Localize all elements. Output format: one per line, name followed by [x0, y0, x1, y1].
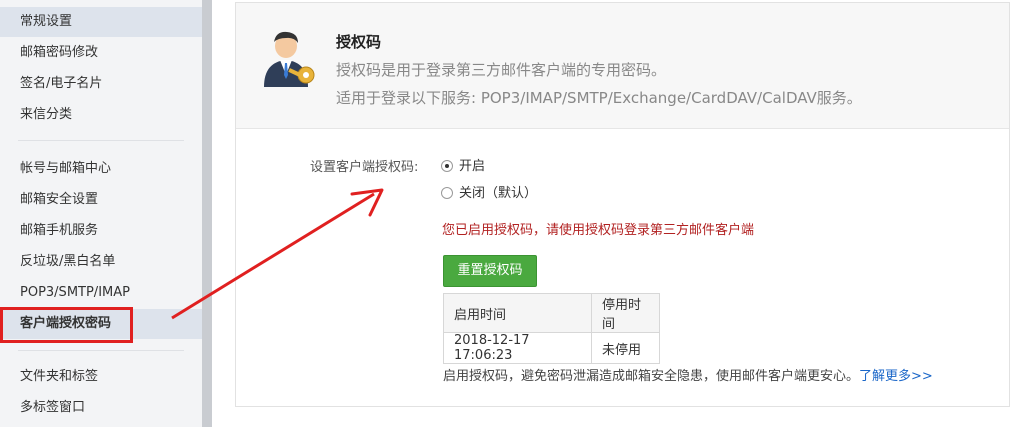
sidebar-divider — [18, 350, 184, 351]
column-enable-time: 启用时间 — [443, 293, 592, 333]
footer-text: 启用授权码，避免密码泄漏造成邮箱安全隐患，使用邮件客户端更安心。 — [443, 369, 860, 384]
sidebar-item-mobile-service[interactable]: 邮箱手机服务 — [0, 216, 202, 246]
radio-unchecked-icon[interactable] — [441, 187, 453, 199]
sidebar-scrollbar[interactable] — [202, 0, 212, 427]
page-description: 授权码是用于登录第三方邮件客户端的专用密码。 — [336, 61, 667, 79]
sidebar-item-multi-tab[interactable]: 多标签窗口 — [0, 393, 202, 423]
radio-disable-label: 关闭（默认） — [459, 186, 538, 201]
panel-header: 授权码 授权码是用于登录第三方邮件客户端的专用密码。 适用于登录以下服务: PO… — [236, 3, 1009, 129]
sidebar-item-pop3-smtp-imap[interactable]: POP3/SMTP/IMAP — [0, 278, 202, 308]
sidebar-item-account-center[interactable]: 帐号与邮箱中心 — [0, 154, 202, 184]
enable-time-cell: 2018-12-17 17:06:23 — [443, 332, 592, 364]
table-header-row: 启用时间 停用时间 — [443, 293, 660, 333]
radio-enable-label: 开启 — [459, 159, 486, 174]
radio-checked-icon[interactable] — [441, 160, 453, 172]
user-key-icon — [264, 31, 315, 87]
radio-disable[interactable]: 关闭（默认） — [441, 184, 537, 204]
auth-setting-label: 设置客户端授权码: — [310, 160, 419, 175]
sidebar-item-antispam[interactable]: 反垃圾/黑白名单 — [0, 247, 202, 277]
annotation-highlight-box — [0, 307, 133, 343]
footer-tip: 启用授权码，避免密码泄漏造成邮箱安全隐患，使用邮件客户端更安心。了解更多>> — [443, 365, 933, 384]
table-row: 2018-12-17 17:06:23 未停用 — [443, 332, 660, 364]
reset-auth-code-button[interactable]: 重置授权码 — [443, 255, 537, 287]
disable-time-cell: 未停用 — [591, 332, 660, 364]
sidebar-item-general[interactable]: 常规设置 — [0, 7, 202, 37]
radio-enable[interactable]: 开启 — [441, 157, 485, 177]
auth-history-table: 启用时间 停用时间 2018-12-17 17:06:23 未停用 — [443, 293, 660, 364]
learn-more-link[interactable]: 了解更多>> — [859, 369, 933, 384]
status-notice: 您已启用授权码，请使用授权码登录第三方邮件客户端 — [442, 223, 755, 238]
sidebar-item-mail-filter[interactable]: 来信分类 — [0, 100, 202, 130]
column-disable-time: 停用时间 — [591, 293, 660, 333]
sidebar-item-security[interactable]: 邮箱安全设置 — [0, 185, 202, 215]
sidebar-item-folders-labels[interactable]: 文件夹和标签 — [0, 362, 202, 392]
sidebar-item-signature[interactable]: 签名/电子名片 — [0, 69, 202, 99]
sidebar-item-password[interactable]: 邮箱密码修改 — [0, 38, 202, 68]
page-title: 授权码 — [336, 33, 382, 51]
settings-sidebar: 常规设置 邮箱密码修改 签名/电子名片 来信分类 帐号与邮箱中心 邮箱安全设置 … — [0, 0, 202, 427]
sidebar-divider — [18, 140, 184, 141]
supported-services: 适用于登录以下服务: POP3/IMAP/SMTP/Exchange/CardD… — [336, 89, 862, 107]
auth-code-panel: 授权码 授权码是用于登录第三方邮件客户端的专用密码。 适用于登录以下服务: PO… — [235, 2, 1010, 407]
